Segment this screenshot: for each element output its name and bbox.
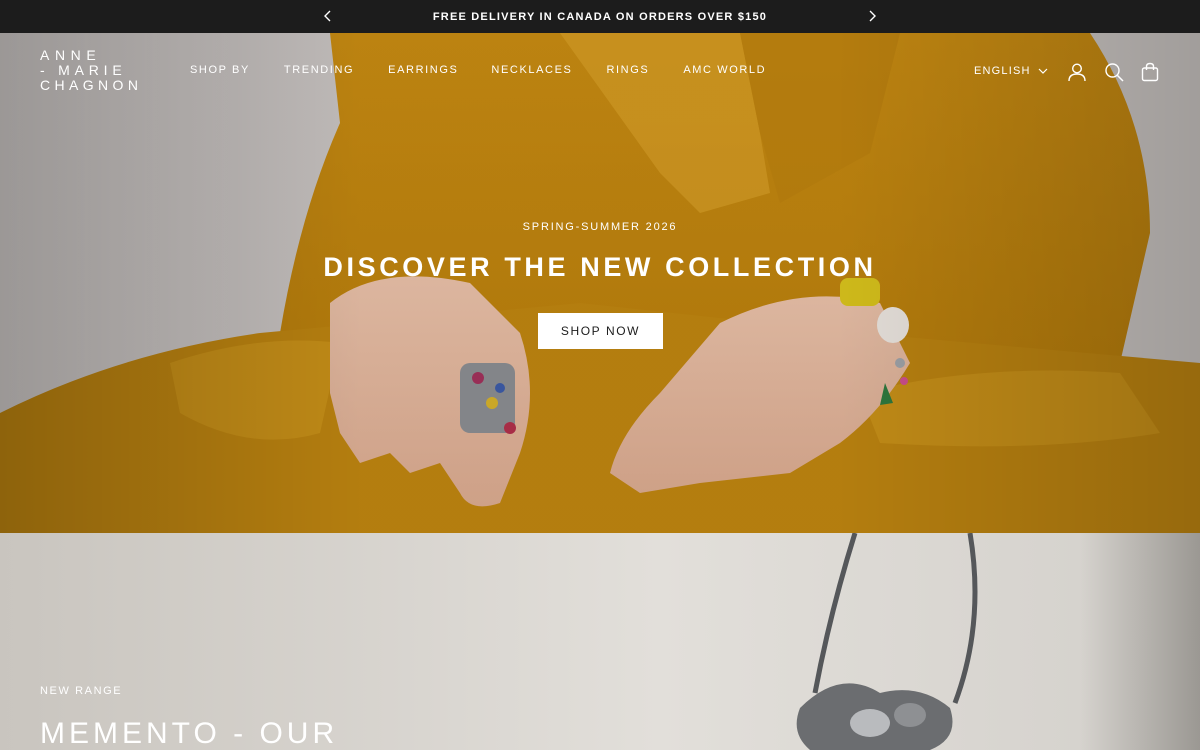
chevron-left-icon[interactable] — [319, 7, 337, 25]
section-eyebrow: NEW RANGE — [40, 685, 123, 697]
hero-content: SPRING-SUMMER 2026 DISCOVER THE NEW COLL… — [0, 33, 1200, 533]
section-title: MEMENTO - OUR — [40, 717, 339, 750]
announcement-text: FREE DELIVERY IN CANADA ON ORDERS OVER $… — [432, 10, 768, 23]
memento-section: NEW RANGE MEMENTO - OUR — [0, 533, 1200, 750]
hero-title: DISCOVER THE NEW COLLECTION — [323, 252, 877, 282]
announcement-bar: FREE DELIVERY IN CANADA ON ORDERS OVER $… — [0, 0, 1200, 33]
hero-eyebrow: SPRING-SUMMER 2026 — [522, 221, 678, 233]
shop-now-button[interactable]: SHOP NOW — [538, 313, 663, 349]
chevron-right-icon[interactable] — [863, 7, 881, 25]
